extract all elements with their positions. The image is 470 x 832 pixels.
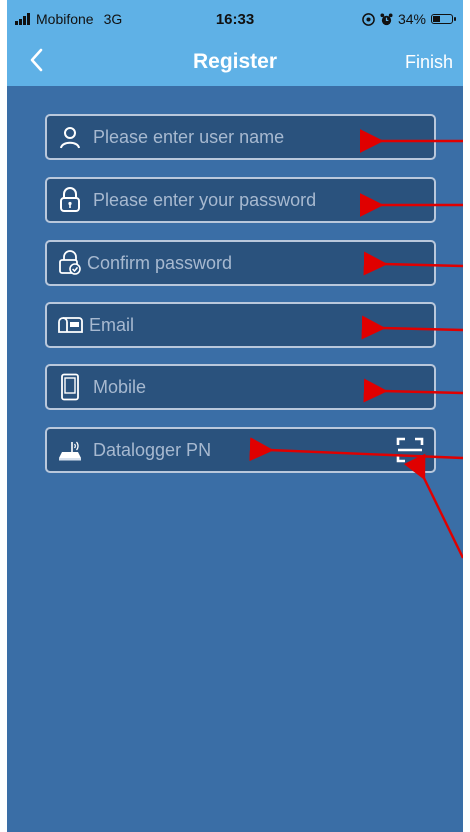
annotation-arrow — [361, 315, 463, 340]
annotation-arrow — [249, 437, 463, 462]
register-screen: Mobifone 3G 16:33 34% Register Finish Pl… — [7, 0, 463, 832]
annotation-arrow — [363, 378, 463, 403]
annotation-arrows — [249, 129, 463, 559]
annotation-arrow — [363, 251, 463, 276]
annotation-arrow — [403, 453, 463, 559]
